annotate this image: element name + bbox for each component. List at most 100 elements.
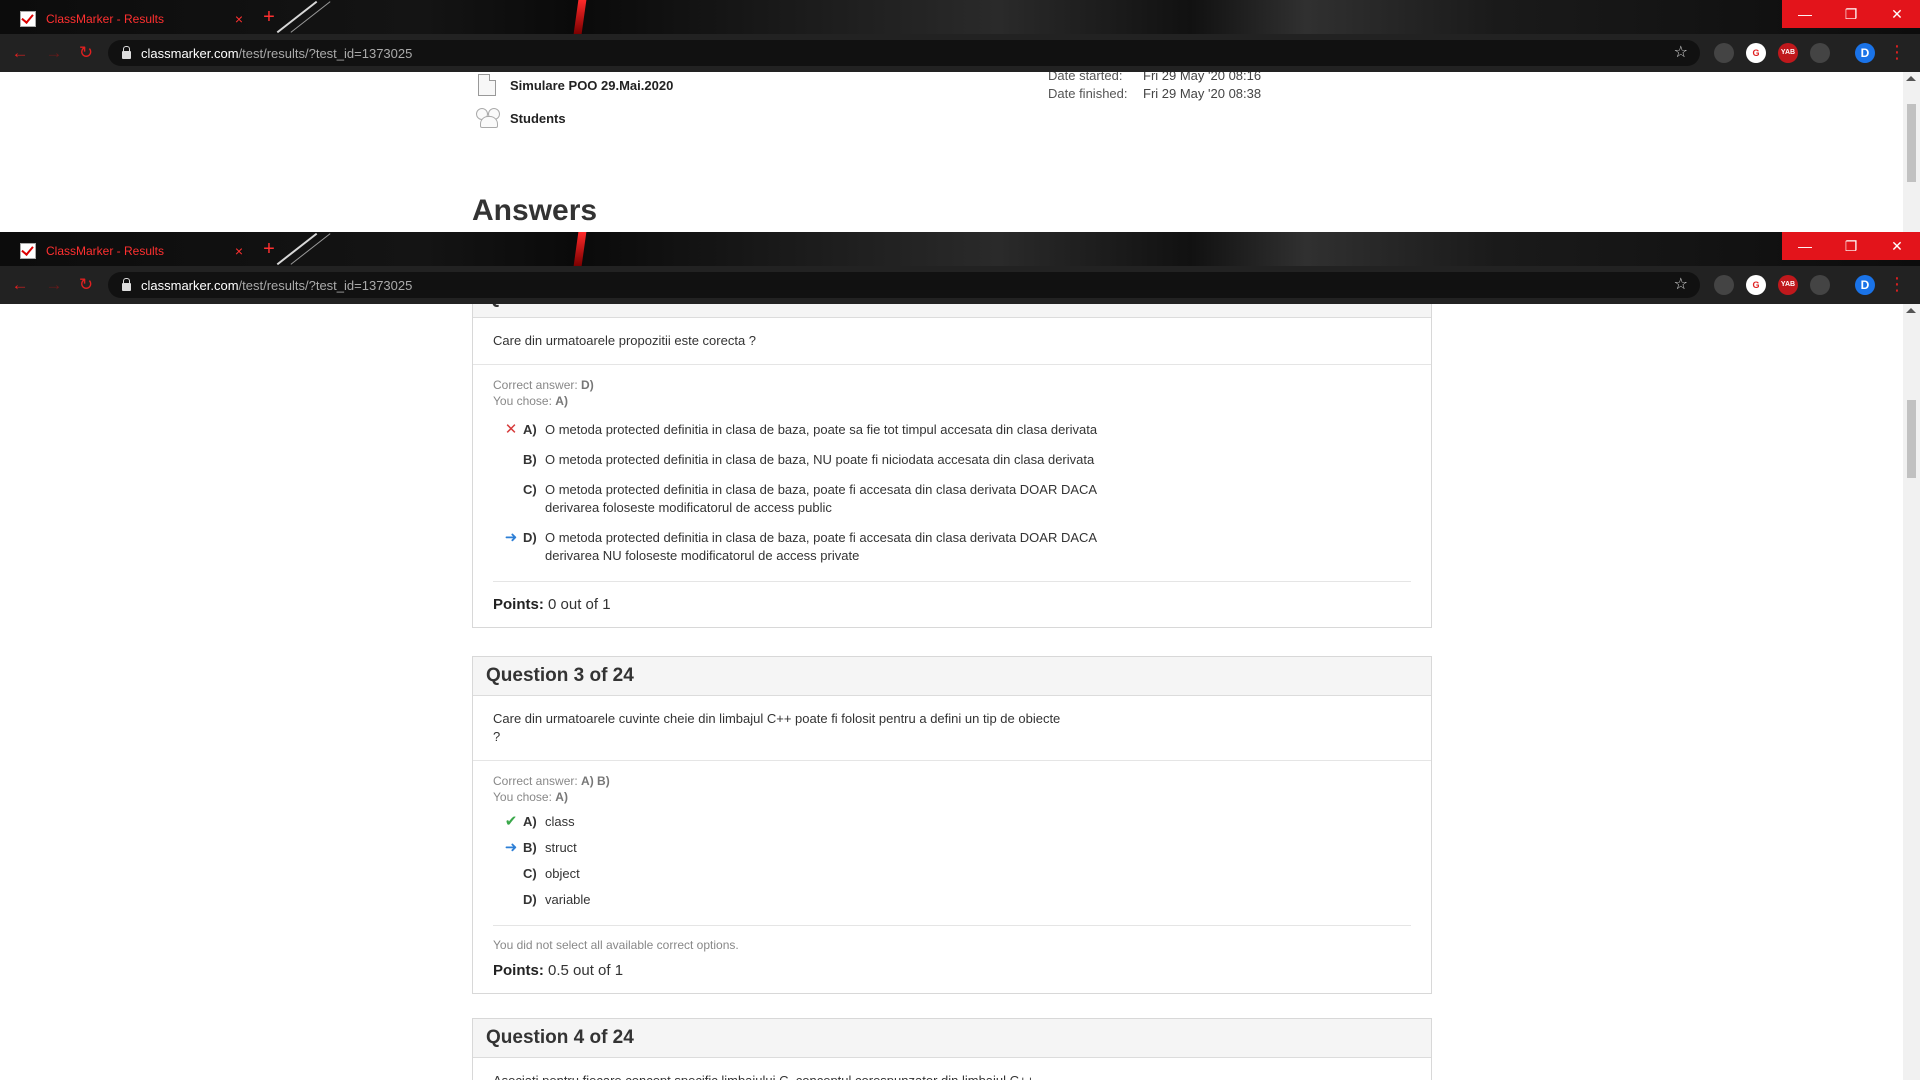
browser-menu-icon[interactable]: ⋮: [1888, 274, 1906, 294]
browser-tab[interactable]: ClassMarker - Results ×: [8, 236, 248, 266]
points-label: Points:: [493, 596, 544, 613]
extension-bulb-icon[interactable]: [1714, 43, 1734, 63]
close-window-button[interactable]: ✕: [1874, 232, 1920, 260]
option-letter: C): [523, 866, 537, 881]
group-name: Students: [510, 110, 566, 126]
answer-option: D) variable: [493, 891, 1411, 909]
option-text: object: [545, 866, 580, 881]
minimize-button[interactable]: —: [1782, 0, 1828, 28]
url-text: classmarker.com/test/results/?test_id=13…: [141, 278, 412, 293]
question-title: Question 2 of 24: [473, 304, 1431, 318]
correct-answer-line: Correct answer: D): [493, 377, 1411, 393]
you-chose-value: A): [555, 394, 568, 408]
answer-option: ➜ D) O metoda protected definitia in cla…: [493, 529, 1411, 565]
tab-strip: [0, 232, 1920, 266]
option-letter: C): [523, 482, 537, 497]
url-host: classmarker.com: [141, 45, 239, 61]
option-letter: A): [523, 814, 537, 829]
chosen-arrow-icon: ➜: [504, 839, 518, 856]
question-text: Care din urmatoarele propozitii este cor…: [473, 318, 1431, 365]
extension-bulb-icon[interactable]: [1714, 275, 1734, 295]
correct-answer-line: Correct answer: A) B): [493, 773, 1411, 789]
classmarker-favicon-icon: [20, 243, 36, 259]
test-name-row: Simulare POO 29.Mai.2020: [478, 74, 673, 96]
question-text: Asociati pentru fiecare concept specific…: [473, 1058, 1431, 1080]
answers-heading: Answers: [472, 194, 598, 227]
page-content-bottom: Question 2 of 24 Care din urmatoarele pr…: [0, 304, 1920, 1080]
back-icon[interactable]: ←: [10, 275, 30, 295]
question-card: Question 2 of 24 Care din urmatoarele pr…: [472, 304, 1432, 628]
close-window-button[interactable]: ✕: [1874, 0, 1920, 28]
grammarly-extension-icon[interactable]: G: [1746, 275, 1766, 295]
browser-menu-icon[interactable]: ⋮: [1888, 42, 1906, 62]
question-text-content: Care din urmatoarele cuvinte cheie din l…: [493, 711, 1061, 744]
camera-extension-icon[interactable]: [1810, 43, 1830, 63]
answer-option: ✕ A) O metoda protected definitia in cla…: [493, 421, 1411, 439]
tab-close-icon[interactable]: ×: [230, 11, 248, 27]
profile-avatar[interactable]: D: [1855, 275, 1875, 295]
tab-title: ClassMarker - Results: [46, 244, 165, 258]
you-chose-label: You chose:: [493, 790, 552, 804]
scrollbar-thumb[interactable]: [1907, 104, 1916, 182]
tab-close-icon[interactable]: ×: [230, 243, 248, 259]
you-chose-value: A): [555, 790, 568, 804]
new-tab-button[interactable]: +: [258, 7, 280, 29]
address-bar[interactable]: classmarker.com/test/results/?test_id=13…: [108, 272, 1700, 298]
answer-option: C) object: [493, 865, 1411, 883]
answer-option: ➜ B) struct: [493, 839, 1411, 857]
option-text: struct: [545, 840, 577, 855]
question-card: Question 3 of 24 Care din urmatoarele cu…: [472, 656, 1432, 994]
browser-tab[interactable]: ClassMarker - Results ×: [8, 4, 248, 34]
you-chose-label: You chose:: [493, 394, 552, 408]
page-content-top: Simulare POO 29.Mai.2020 Students Date s…: [0, 72, 1920, 232]
points-line: Points: 0.5 out of 1: [493, 952, 1411, 993]
restore-button[interactable]: ❐: [1828, 232, 1874, 260]
date-finished-label: Date finished:: [1048, 86, 1128, 101]
tab-strip: [0, 0, 1920, 34]
tab-title: ClassMarker - Results: [46, 12, 165, 26]
correct-answer-label: Correct answer:: [493, 378, 578, 392]
reload-icon[interactable]: ↻: [76, 43, 96, 63]
forward-icon[interactable]: →: [44, 43, 64, 63]
scrollbar-bottom[interactable]: [1903, 304, 1920, 1080]
option-letter: B): [523, 840, 537, 855]
bookmark-star-icon[interactable]: ☆: [1674, 42, 1688, 62]
option-text: O metoda protected definitia in clasa de…: [545, 422, 1098, 437]
new-tab-button[interactable]: +: [258, 239, 280, 261]
points-line: Points: 0 out of 1: [493, 582, 1411, 627]
address-bar[interactable]: classmarker.com/test/results/?test_id=13…: [108, 40, 1700, 66]
option-letter: D): [523, 530, 537, 545]
answer-option: ✔ A) class: [493, 813, 1411, 831]
yab-extension-icon[interactable]: YAB: [1778, 43, 1798, 63]
option-letter: B): [523, 452, 537, 467]
back-icon[interactable]: ←: [10, 43, 30, 63]
forward-icon[interactable]: →: [44, 275, 64, 295]
browser-chrome-top: ClassMarker - Results × + — ❐ ✕ ← → ↻ cl…: [0, 0, 1920, 72]
restore-button[interactable]: ❐: [1828, 0, 1874, 28]
option-text: O metoda protected definitia in clasa de…: [545, 530, 1097, 563]
wrong-x-icon: ✕: [504, 421, 518, 438]
url-path: /test/results/?test_id=1373025: [238, 277, 413, 293]
camera-extension-icon[interactable]: [1810, 275, 1830, 295]
question-text: Care din urmatoarele cuvinte cheie din l…: [473, 696, 1431, 761]
scroll-up-arrow-icon[interactable]: [1906, 308, 1916, 313]
option-text: class: [545, 814, 575, 829]
date-finished-value: Fri 29 May '20 08:38: [1143, 86, 1262, 101]
scroll-up-arrow-icon[interactable]: [1906, 76, 1916, 81]
option-text: O metoda protected definitia in clasa de…: [545, 452, 1095, 467]
minimize-button[interactable]: —: [1782, 232, 1828, 260]
correct-answer-value: D): [581, 378, 594, 392]
bookmark-star-icon[interactable]: ☆: [1674, 274, 1688, 294]
yab-extension-icon[interactable]: YAB: [1778, 275, 1798, 295]
scrollbar-top[interactable]: [1903, 72, 1920, 232]
option-letter: D): [523, 892, 537, 907]
grammarly-extension-icon[interactable]: G: [1746, 43, 1766, 63]
points-value: 0.5 out of 1: [548, 962, 624, 979]
profile-avatar[interactable]: D: [1855, 43, 1875, 63]
scrollbar-thumb[interactable]: [1907, 400, 1916, 478]
answer-option: C) O metoda protected definitia in clasa…: [493, 481, 1411, 517]
points-label: Points:: [493, 962, 544, 979]
test-name: Simulare POO 29.Mai.2020: [510, 77, 674, 93]
browser-chrome-bottom: ClassMarker - Results × + — ❐ ✕ ← → ↻ cl…: [0, 232, 1920, 304]
reload-icon[interactable]: ↻: [76, 275, 96, 295]
